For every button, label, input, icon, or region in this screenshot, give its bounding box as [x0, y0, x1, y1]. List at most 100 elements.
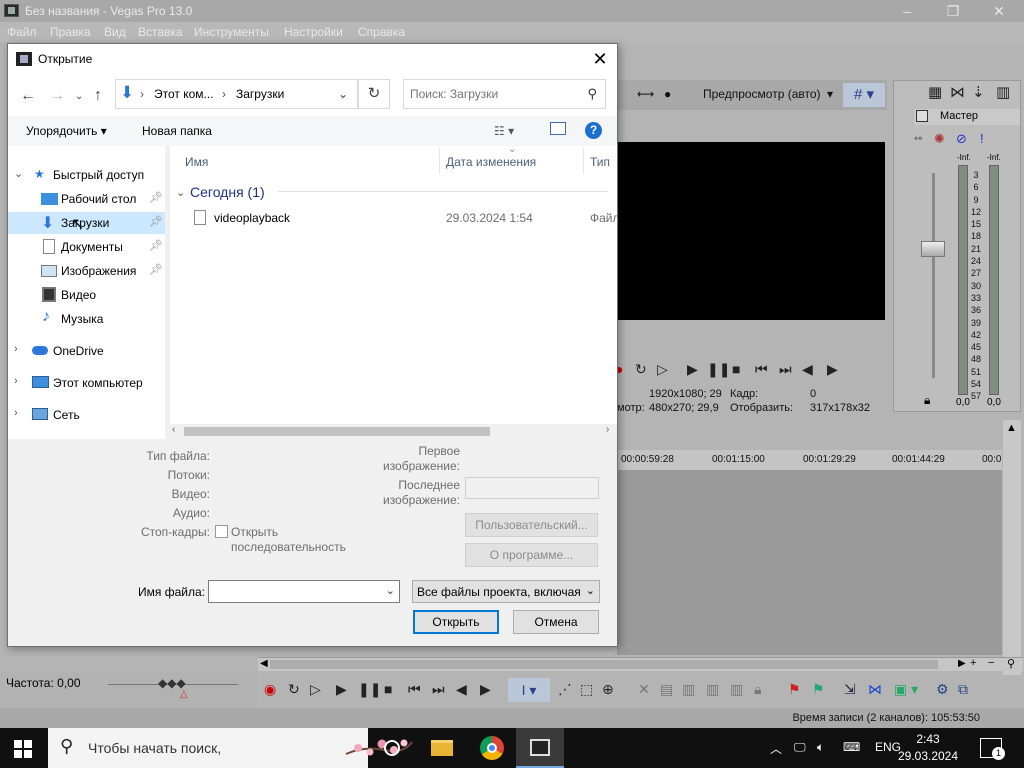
- new-folder-button[interactable]: Новая папка: [142, 124, 212, 138]
- loop-playback-icon[interactable]: ↻: [288, 681, 300, 698]
- column-type[interactable]: Тип: [590, 155, 610, 169]
- nav-music[interactable]: ♪ Музыка: [8, 308, 165, 330]
- keyboard-icon[interactable]: ⌨: [843, 740, 860, 754]
- meters-icon[interactable]: ▥: [996, 83, 1010, 101]
- search-input[interactable]: [410, 85, 575, 103]
- expanded-chevron-icon[interactable]: ⌄: [14, 167, 23, 180]
- collapsed-chevron-icon[interactable]: ›: [14, 375, 18, 387]
- clock[interactable]: 2:43 29.03.2024: [896, 731, 960, 765]
- delete-icon[interactable]: ✕: [638, 681, 650, 698]
- zoom-tool-icon[interactable]: ⚲: [1007, 657, 1015, 670]
- nav-downloads[interactable]: ⬇ Загрузки 📌︎: [8, 212, 165, 234]
- selection-tool-icon[interactable]: ⬚: [580, 681, 593, 698]
- network-tray-icon[interactable]: 🖵︎: [794, 740, 806, 755]
- menu-options[interactable]: Настройки: [284, 25, 343, 39]
- overlay-icon[interactable]: ●: [664, 87, 671, 101]
- chevron-down-icon[interactable]: ▾: [827, 87, 833, 101]
- menu-edit[interactable]: Правка: [50, 25, 91, 39]
- timeline-vertical-scrollbar[interactable]: ▲ ▼: [1003, 420, 1021, 675]
- scroll-right-icon[interactable]: ›: [606, 424, 609, 435]
- search-icon[interactable]: ⚲: [587, 86, 597, 102]
- menu-help[interactable]: Справка: [358, 25, 405, 39]
- nav-video[interactable]: Видео: [8, 284, 165, 306]
- loop-icon[interactable]: ↻: [635, 361, 647, 378]
- mute-icon[interactable]: ⊘: [956, 131, 967, 147]
- play-from-start-icon[interactable]: ▷: [657, 361, 668, 378]
- breadcrumb-downloads[interactable]: Загрузки: [236, 87, 284, 101]
- search-box[interactable]: ⚲: [403, 79, 606, 109]
- collapsed-chevron-icon[interactable]: ›: [14, 343, 18, 355]
- prev-frame-icon[interactable]: ◀: [802, 361, 813, 378]
- start-button-icon[interactable]: ⏮: [408, 681, 421, 698]
- chevron-down-icon[interactable]: ⌄: [386, 584, 395, 597]
- task-view-icon[interactable]: [368, 728, 416, 768]
- nav-pictures[interactable]: Изображения 📌︎: [8, 260, 165, 282]
- column-name[interactable]: Имя: [185, 155, 208, 169]
- notifications-icon[interactable]: 1: [980, 738, 1005, 760]
- next-frame-button-icon[interactable]: ▶: [480, 681, 491, 698]
- chrome-icon[interactable]: [468, 728, 516, 768]
- properties-icon[interactable]: ▦: [928, 83, 942, 101]
- address-dropdown-icon[interactable]: ⌄: [338, 87, 348, 101]
- back-arrow-icon[interactable]: ←: [20, 87, 36, 105]
- nav-network[interactable]: › Сеть: [8, 404, 165, 426]
- view-options-icon[interactable]: ☷ ▾: [494, 124, 514, 138]
- lock-events-icon[interactable]: 🔒︎: [754, 681, 761, 698]
- ignore-grouping-icon[interactable]: ⧉: [958, 681, 968, 698]
- group-header-today[interactable]: Сегодня (1): [190, 184, 265, 200]
- nav-documents[interactable]: Документы 📌︎: [8, 236, 165, 258]
- dialog-close-button[interactable]: ✕: [586, 46, 614, 72]
- trim-icon[interactable]: ▤: [660, 681, 673, 698]
- split-screen-icon[interactable]: ⟷: [637, 87, 654, 101]
- zoom-button-icon[interactable]: ⊕: [602, 681, 614, 698]
- menu-insert[interactable]: Вставка: [138, 25, 183, 39]
- forward-arrow-icon[interactable]: →: [49, 87, 65, 105]
- group-collapse-icon[interactable]: ⌄: [176, 186, 185, 199]
- refresh-icon[interactable]: ↻: [358, 79, 390, 109]
- go-to-end-icon[interactable]: ⏭: [779, 361, 792, 378]
- downmix-icon[interactable]: ⋈: [950, 83, 965, 101]
- end-button-icon[interactable]: ⏭: [432, 681, 445, 698]
- breadcrumb-this-pc[interactable]: Этот ком...: [154, 87, 214, 101]
- play-from-start-button-icon[interactable]: ▷: [310, 681, 321, 698]
- menu-file[interactable]: Файл: [7, 25, 37, 39]
- rate-slider-thumb[interactable]: ◆◆◆: [158, 676, 186, 690]
- file-name-input[interactable]: ⌄: [208, 580, 400, 603]
- marker-icon[interactable]: ⚑: [788, 681, 801, 698]
- open-sequence-checkbox[interactable]: [215, 525, 228, 538]
- trim-end-icon[interactable]: ▥: [706, 681, 719, 698]
- next-frame-icon[interactable]: ▶: [827, 361, 838, 378]
- about-button[interactable]: О программе...: [465, 543, 598, 567]
- address-bar[interactable]: ⬇ › Этот ком... › Загрузки ⌄: [115, 79, 358, 109]
- organize-button[interactable]: Упорядочить ▾: [26, 124, 107, 138]
- close-window-button[interactable]: ✕: [976, 0, 1022, 22]
- maximize-button[interactable]: ❐: [930, 0, 976, 22]
- stop-button-icon[interactable]: ■: [384, 681, 392, 697]
- envelope-tool-icon[interactable]: ⋰: [558, 681, 572, 698]
- snap-icon[interactable]: ⇲: [844, 681, 856, 698]
- ripple-icon[interactable]: ▣ ▾: [894, 681, 918, 698]
- volume-muted-icon[interactable]: 🔈︎: [817, 740, 824, 755]
- minimize-button[interactable]: ‒: [884, 0, 930, 22]
- file-explorer-icon[interactable]: [418, 728, 466, 768]
- file-type-filter[interactable]: Все файлы проекта, включая ⌄: [412, 580, 600, 603]
- up-arrow-icon[interactable]: ↑: [94, 87, 102, 105]
- record-button-icon[interactable]: ◉: [264, 681, 276, 698]
- master-menu-icon[interactable]: [916, 110, 928, 122]
- recent-locations-icon[interactable]: ⌄: [75, 91, 83, 102]
- timeline-ruler[interactable]: 00:00:59:28 00:01:15:00 00:01:29:29 00:0…: [617, 450, 1002, 470]
- play-icon[interactable]: ▶: [687, 361, 698, 378]
- windows-start-icon[interactable]: [14, 740, 32, 758]
- menu-tools[interactable]: Инструменты: [194, 25, 269, 39]
- settings-icon[interactable]: ✺: [934, 131, 945, 147]
- open-button[interactable]: Открыть: [413, 610, 499, 634]
- vegas-taskbar-icon[interactable]: [516, 728, 564, 768]
- file-list-scroll-thumb[interactable]: [184, 427, 490, 436]
- scroll-right-icon[interactable]: ▶: [958, 658, 966, 669]
- collapsed-chevron-icon[interactable]: ›: [14, 407, 18, 419]
- preview-quality-select[interactable]: Предпросмотр (авто): [703, 87, 821, 101]
- custom-button[interactable]: Пользовательский...: [465, 513, 598, 537]
- scroll-up-icon[interactable]: ▲: [1006, 422, 1017, 434]
- go-to-start-icon[interactable]: ⏮: [755, 361, 768, 378]
- preview-pane-icon[interactable]: [550, 122, 566, 135]
